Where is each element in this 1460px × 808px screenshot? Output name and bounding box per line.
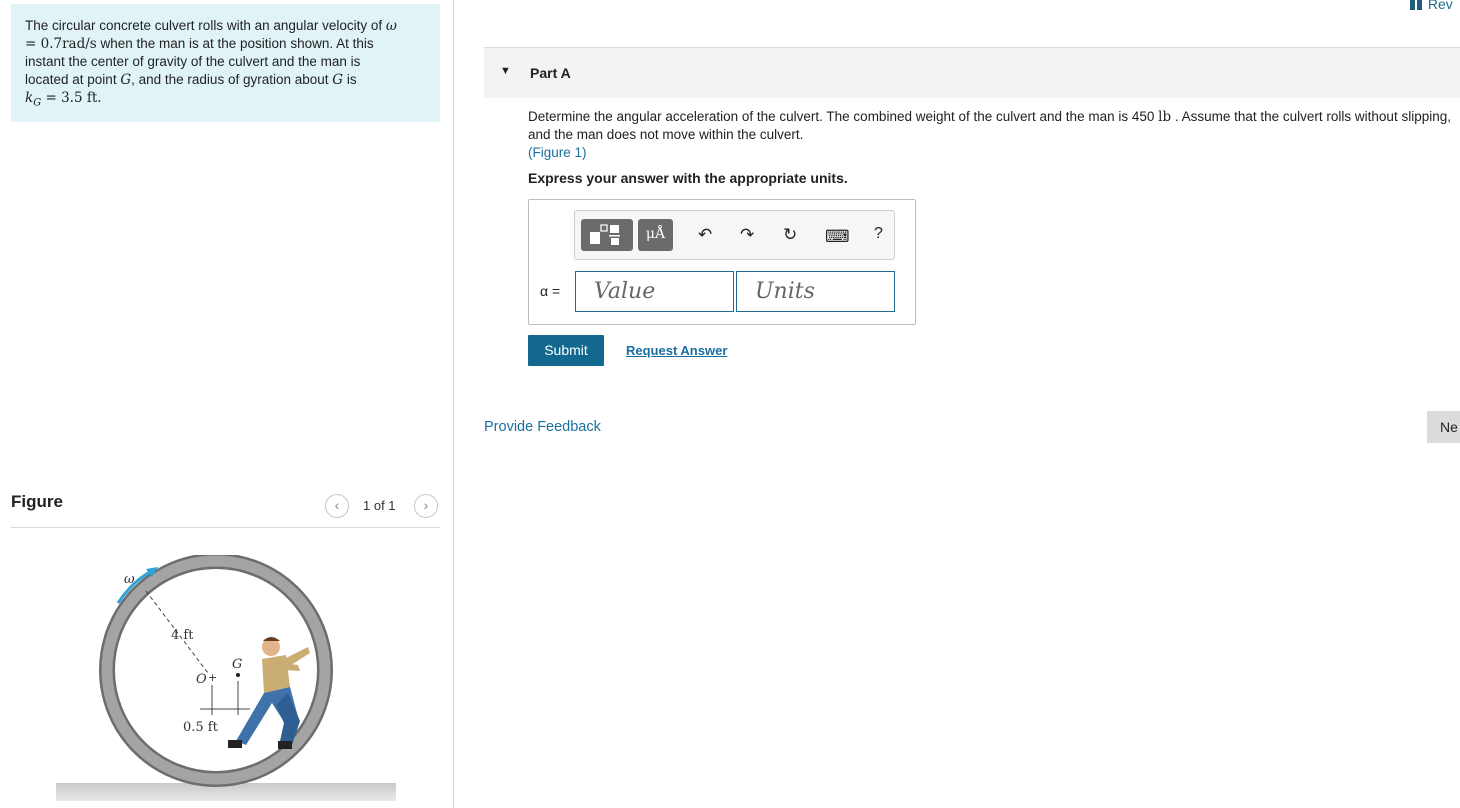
radius-label: 4 ft — [171, 628, 194, 643]
reset-icon[interactable]: ↻ — [783, 225, 797, 245]
template-button[interactable] — [581, 219, 633, 251]
next-button[interactable]: Ne — [1427, 411, 1460, 443]
units-button[interactable]: μÅ — [638, 219, 673, 251]
problem-text-4: located at point — [25, 72, 121, 87]
culvert-figure: ω 4 ft O + G 0.5 ft — [56, 555, 396, 801]
keyboard-icon[interactable]: ⌨ — [825, 227, 850, 247]
alpha-label: α = — [540, 283, 561, 299]
figure-title: Figure — [11, 492, 63, 511]
help-icon[interactable]: ? — [874, 224, 883, 244]
column-divider — [453, 0, 454, 808]
provide-feedback-link[interactable]: Provide Feedback — [484, 419, 601, 435]
answer-instruction: Express your answer with the appropriate… — [528, 170, 848, 186]
next-figure-button[interactable]: › — [414, 494, 438, 518]
value-input[interactable] — [575, 271, 734, 312]
request-answer-link[interactable]: Request Answer — [626, 343, 727, 358]
omega-symbol: ω — [385, 18, 397, 34]
omega-value: = 0.7rad/s — [25, 36, 97, 52]
problem-text-2: when the man is at the position shown. A… — [96, 36, 374, 51]
offset-label: 0.5 ft — [183, 720, 219, 735]
problem-statement: The circular concrete culvert rolls with… — [11, 4, 440, 122]
part-title: Part A — [530, 65, 571, 81]
previous-figure-button[interactable]: ‹ — [325, 494, 349, 518]
problem-text-6: is — [343, 72, 357, 87]
figure-header: Figure ‹ 1 of 1 › — [11, 487, 440, 528]
redo-icon[interactable]: ↷ — [740, 225, 754, 245]
kg-symbol: k — [25, 90, 34, 106]
part-a-header[interactable]: ▼ Part A — [484, 47, 1460, 98]
review-label: Rev — [1427, 0, 1453, 12]
submit-button[interactable]: Submit — [528, 335, 604, 366]
review-link[interactable]: Rev — [1410, 0, 1453, 12]
problem-text-3: instant the center of gravity of the cul… — [25, 54, 361, 69]
figure-pager-count: 1 of 1 — [363, 498, 396, 513]
point-g-symbol-2: G — [332, 72, 344, 88]
omega-label: ω — [124, 572, 135, 587]
review-icon-2 — [1417, 0, 1422, 10]
point-o-label: O — [196, 672, 207, 687]
problem-text-5: , and the radius of gyration about — [131, 72, 333, 87]
units-input[interactable] — [736, 271, 895, 312]
question-unit: lb — [1158, 109, 1172, 125]
collapse-caret-icon[interactable]: ▼ — [500, 65, 511, 77]
center-mark: + — [208, 671, 217, 684]
review-icon — [1410, 0, 1415, 10]
point-g-symbol: G — [120, 72, 132, 88]
question-text-a: Determine the angular acceleration of th… — [528, 109, 1159, 124]
template-icon — [590, 224, 620, 245]
kg-subscript: G — [33, 97, 42, 109]
kg-value: = 3.5 ft. — [41, 90, 102, 106]
question-text: Determine the angular acceleration of th… — [528, 108, 1456, 162]
undo-icon[interactable]: ↶ — [698, 225, 712, 245]
point-g-dot — [236, 673, 240, 677]
figure-link[interactable]: (Figure 1) — [528, 145, 587, 160]
math-toolbar: μÅ ↶ ↷ ↻ ⌨ ? — [574, 210, 895, 260]
problem-text-1: The circular concrete culvert rolls with… — [25, 18, 383, 33]
point-g-label: G — [232, 657, 242, 672]
